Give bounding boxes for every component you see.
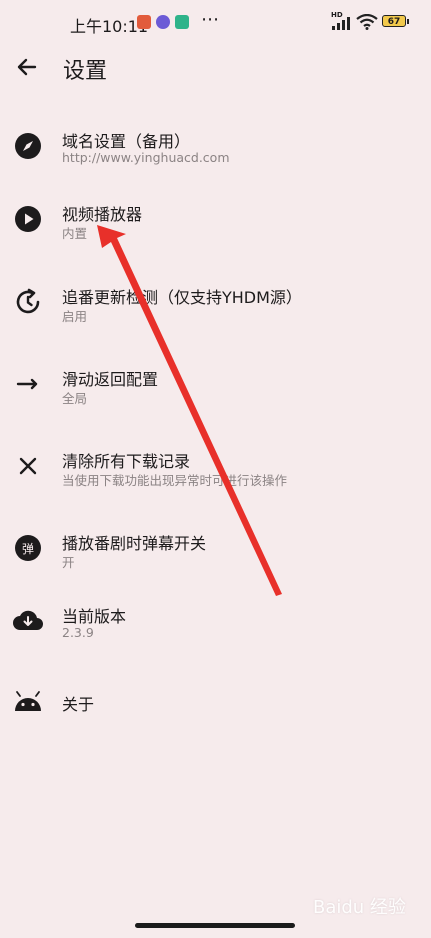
setting-subtitle: http://www.yinghuacd.com — [62, 150, 230, 165]
setting-subtitle: 当使用下载功能出现异常时可进行该操作 — [62, 473, 288, 488]
watermark: Baidu 经验 — [313, 897, 406, 918]
danmaku-icon: 弹 — [10, 530, 46, 566]
back-button[interactable] — [10, 50, 44, 84]
danmaku-icon-glyph: 弹 — [15, 535, 41, 561]
setting-title: 滑动返回配置 — [62, 370, 159, 389]
setting-title: 关于 — [62, 695, 95, 714]
notification-app-icon — [137, 15, 151, 29]
battery-tip — [407, 19, 409, 24]
notification-app-icon — [156, 15, 170, 29]
setting-danmaku[interactable]: 弹 播放番剧时弹幕开关 开 — [0, 522, 431, 582]
setting-clear-downloads[interactable]: 清除所有下载记录 当使用下载功能出现异常时可进行该操作 — [0, 440, 431, 500]
close-icon — [10, 448, 46, 484]
setting-update-check[interactable]: 追番更新检测（仅支持YHDM源） 启用 — [0, 276, 431, 336]
setting-subtitle: 全局 — [62, 391, 88, 406]
setting-title: 当前版本 — [62, 607, 127, 626]
notification-app-icon — [175, 15, 189, 29]
setting-subtitle: 内置 — [62, 226, 88, 241]
setting-title: 播放番剧时弹幕开关 — [62, 534, 207, 553]
setting-title: 追番更新检测（仅支持YHDM源） — [62, 288, 302, 307]
wifi-icon — [356, 14, 378, 30]
arrow-left-icon — [17, 58, 37, 76]
setting-domain[interactable]: 域名设置（备用） http://www.yinghuacd.com — [0, 120, 431, 180]
setting-title: 视频播放器 — [62, 205, 143, 224]
signal-icon — [332, 17, 350, 30]
play-circle-icon — [10, 201, 46, 237]
cloud-download-icon — [10, 603, 46, 639]
page-title: 设置 — [63, 59, 108, 84]
more-notifications-icon: ⋯ — [201, 9, 220, 30]
refresh-clock-icon — [10, 284, 46, 320]
compass-icon — [10, 128, 46, 164]
setting-swipe-back[interactable]: 滑动返回配置 全局 — [0, 358, 431, 418]
setting-about[interactable]: 关于 — [0, 680, 431, 726]
app-bar: 设置 — [0, 44, 431, 94]
setting-video-player[interactable]: 视频播放器 内置 — [0, 193, 431, 253]
battery-icon: 67 — [382, 15, 406, 27]
android-icon — [10, 684, 46, 720]
setting-subtitle: 开 — [62, 555, 75, 570]
setting-version[interactable]: 当前版本 2.3.9 — [0, 595, 431, 655]
arrow-right-icon — [10, 366, 46, 402]
setting-subtitle: 启用 — [62, 309, 88, 324]
setting-subtitle: 2.3.9 — [62, 625, 94, 640]
setting-title: 清除所有下载记录 — [62, 452, 191, 471]
setting-title: 域名设置（备用） — [62, 132, 191, 151]
home-indicator[interactable] — [135, 923, 295, 928]
status-bar: 上午10:11 ⋯ HD 67 — [0, 0, 431, 44]
